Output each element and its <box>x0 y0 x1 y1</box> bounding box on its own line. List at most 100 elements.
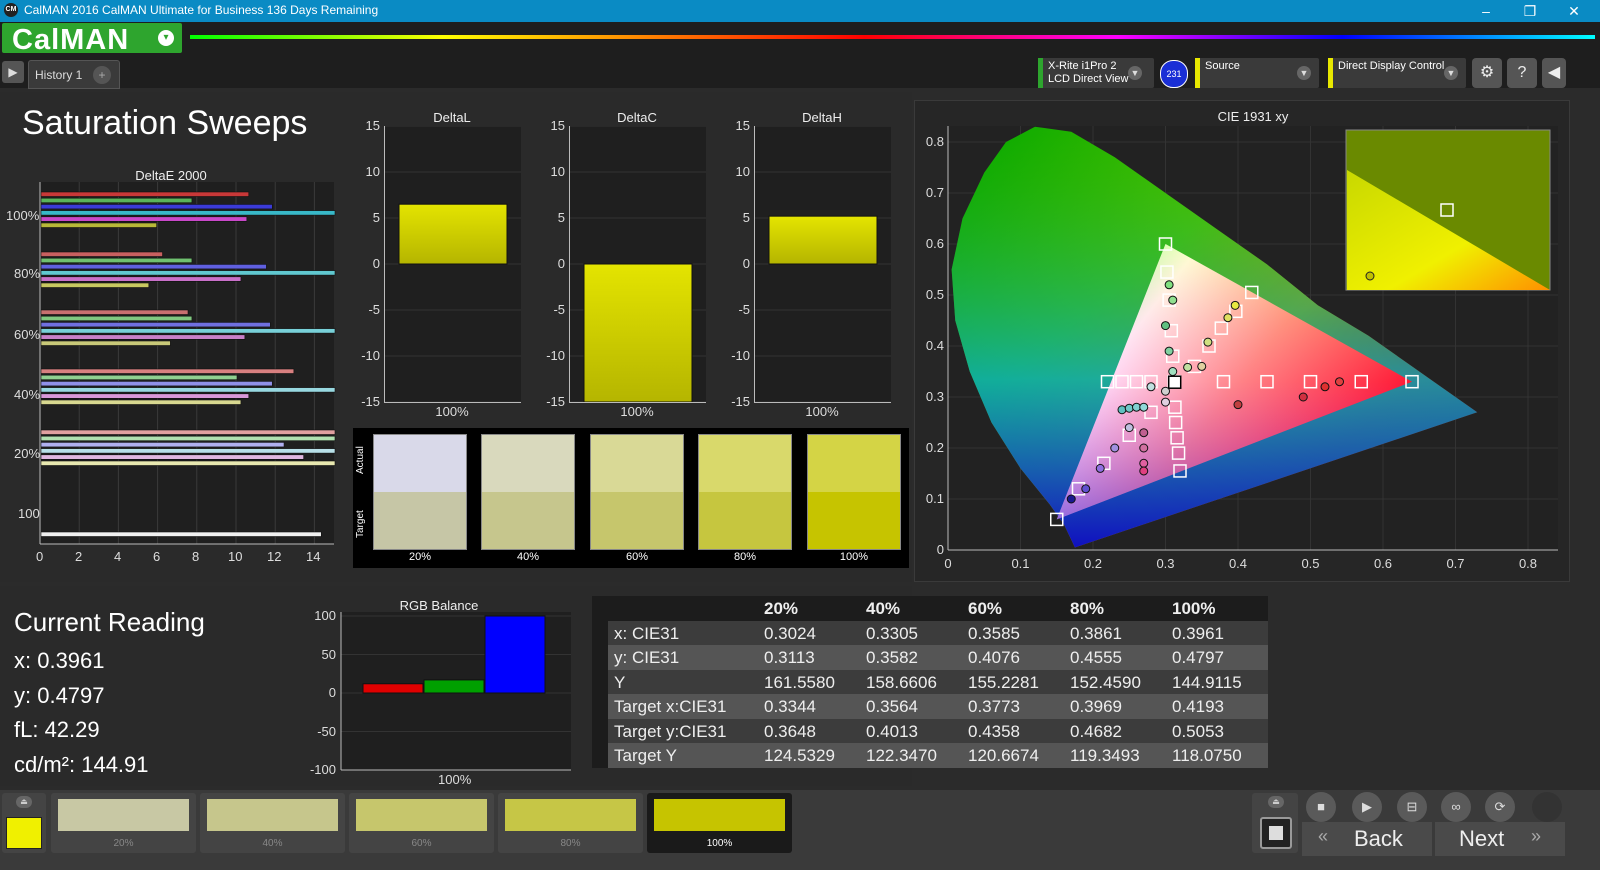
stop-icon[interactable]: ■ <box>1306 792 1336 822</box>
rgb-bar-green <box>423 679 485 694</box>
table-cell: 0.4797 <box>1172 648 1224 667</box>
table-cell: 0.4193 <box>1172 697 1224 716</box>
delta-ytick: 15 <box>735 118 750 133</box>
extra-icon[interactable] <box>1532 792 1562 822</box>
cie-ytick: 0.2 <box>925 440 944 455</box>
cie-measured-point <box>1233 400 1243 410</box>
eject-icon: ⏏ <box>16 796 32 808</box>
tab-history-1[interactable]: History 1 + <box>28 60 120 89</box>
deltae-xtick: 0 <box>36 549 44 564</box>
actual-label: Actual <box>355 446 366 474</box>
stop-icon <box>1269 826 1283 840</box>
table-cell: 0.4358 <box>968 721 1020 741</box>
table-cell: 0.4682 <box>1070 721 1122 741</box>
help-icon[interactable]: ? <box>1507 58 1537 88</box>
minimize-icon[interactable]: – <box>1466 1 1506 21</box>
step-button-40%[interactable]: 40% <box>200 793 345 853</box>
step-button-100%[interactable]: 100% <box>647 793 792 853</box>
table-row: Target Y 124.5329 122.3470 120.6674 119.3493… <box>592 743 1268 768</box>
table-cell: 0.3564 <box>866 697 918 716</box>
loop-icon[interactable]: ∞ <box>1441 792 1471 822</box>
settings-gear-icon[interactable]: ⚙ <box>1472 58 1502 88</box>
row-marker <box>592 620 608 645</box>
step-swatch <box>356 799 487 831</box>
deltae-bar <box>40 270 336 276</box>
deltae-bar <box>40 276 242 282</box>
delta-category-label: 100% <box>620 404 654 419</box>
swatch <box>373 434 467 550</box>
next-button[interactable]: Next » <box>1435 822 1565 856</box>
table-cell: 120.6674 <box>968 746 1039 765</box>
source-selector[interactable]: Source ▼ <box>1195 58 1319 88</box>
deltae-xtick: 6 <box>153 549 161 564</box>
maximize-icon[interactable]: ❐ <box>1510 1 1550 21</box>
swatch-target <box>699 492 791 549</box>
row-marker <box>592 718 608 743</box>
delta-ytick: -5 <box>368 302 380 317</box>
table-cell: 122.3470 <box>866 746 937 765</box>
back-button[interactable]: « Back <box>1302 822 1432 856</box>
delta-plot-area <box>569 125 706 403</box>
display-selector[interactable]: Direct Display Control ▼ <box>1328 58 1466 88</box>
deltae-ylabel: 80% <box>14 266 41 281</box>
stop-panel: ⏏ <box>1252 793 1298 853</box>
refresh-icon[interactable]: ⟳ <box>1485 792 1515 822</box>
table-cell: Target y:CIE31 <box>614 721 727 741</box>
collapse-left-icon[interactable]: ◀ <box>1542 58 1566 88</box>
delta-ytick: 15 <box>365 118 380 133</box>
step-swatch <box>58 799 189 831</box>
cie-measured-point <box>1161 386 1170 396</box>
play-icon[interactable]: ▶ <box>2 61 24 83</box>
cie-measured-point <box>1110 443 1120 453</box>
deltae-bar <box>40 531 322 537</box>
delta-ytick: 15 <box>550 118 565 133</box>
rgb-ytick: 100 <box>314 608 336 623</box>
reading-x: x: 0.3961 <box>14 648 105 673</box>
delta-plot-area <box>384 125 521 403</box>
target-label: Target <box>355 510 366 538</box>
meter-selector[interactable]: X-Rite i1Pro 2 LCD Direct View ▼ <box>1038 58 1154 88</box>
table-cell: 0.3969 <box>1070 697 1122 716</box>
deltae-ylabel: 60% <box>14 327 41 342</box>
measure-icon[interactable]: ⊟ <box>1397 792 1427 822</box>
page-title: Saturation Sweeps <box>22 104 308 142</box>
step-button-20%[interactable]: 20% <box>51 793 196 853</box>
cie-measured-point <box>1081 484 1091 494</box>
table-cell: Y <box>614 672 626 692</box>
table-cell: 0.3024 <box>764 623 816 643</box>
swatch-actual <box>482 435 574 492</box>
deltae-xtick: 4 <box>114 549 122 564</box>
play-icon[interactable]: ▶ <box>1352 792 1382 822</box>
step-button-60%[interactable]: 60% <box>349 793 494 853</box>
add-tab-icon[interactable]: + <box>93 66 111 84</box>
current-color-button[interactable]: ⏏ <box>2 793 46 853</box>
deltae-chart <box>39 182 336 545</box>
meter-badge[interactable]: 231 <box>1160 60 1188 88</box>
swatch-actual <box>374 435 466 492</box>
cie-xtick: 0.4 <box>1228 556 1248 571</box>
step-label: 60% <box>411 838 432 849</box>
brand-menu-button[interactable]: CalMAN ▾ <box>2 23 182 56</box>
row-marker <box>592 694 608 719</box>
deltae-xtick: 10 <box>228 549 243 564</box>
rgb-bar-red <box>362 683 424 694</box>
deltae-bar <box>40 251 163 257</box>
step-button-80%[interactable]: 80% <box>498 793 643 853</box>
eject-icon[interactable]: ⏏ <box>1268 796 1284 808</box>
source-label: Source <box>1205 60 1240 72</box>
app-header <box>0 22 1600 58</box>
deltae-bar <box>40 322 271 328</box>
close-icon[interactable]: ✕ <box>1554 1 1594 21</box>
cie-whitepoint-marker <box>1167 375 1182 389</box>
table-header: 20% 40% 60% 80% 100% <box>592 596 1268 621</box>
table-cell: Target x:CIE31 <box>614 697 727 716</box>
table-header-cell: 20% <box>764 599 799 618</box>
delta-ytick: 5 <box>557 210 565 225</box>
deltae-bar <box>40 210 336 216</box>
cie-measured-point <box>1320 382 1330 392</box>
deltae-bar <box>40 257 193 263</box>
cie-xtick: 0.8 <box>1518 556 1538 571</box>
table-cell: 0.3585 <box>968 623 1020 643</box>
stop-button[interactable] <box>1260 817 1292 849</box>
cie-ytick: 0.5 <box>925 287 944 302</box>
